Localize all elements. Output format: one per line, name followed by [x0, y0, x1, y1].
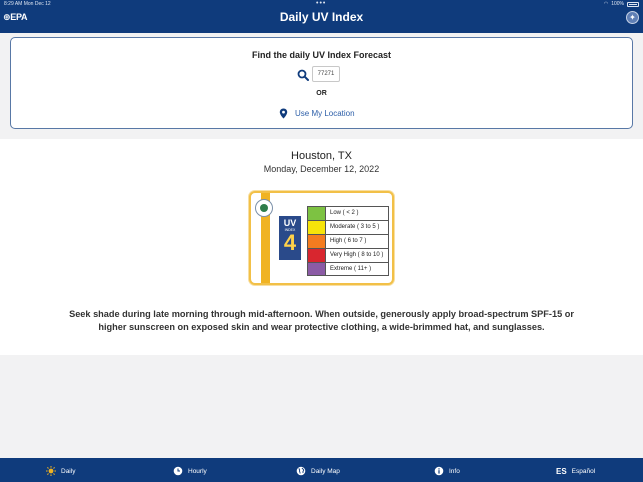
info-icon [434, 466, 444, 476]
bottom-tab-bar: Daily Hourly Daily Map Info ES Español [0, 458, 643, 482]
tab-espanol[interactable]: ES Español [556, 465, 595, 477]
uv-scale-row: Extreme ( 11+ ) [307, 262, 389, 276]
tab-hourly-label: Hourly [188, 467, 207, 475]
uv-scale-label: Moderate ( 3 to 5 ) [330, 224, 380, 230]
city-name: Houston, TX [291, 150, 352, 162]
search-icon[interactable] [297, 69, 309, 81]
battery-percent: 100% [611, 1, 624, 7]
uv-word: UV [283, 218, 297, 228]
uv-scale-label: High ( 6 to 7 ) [330, 238, 367, 244]
status-indicators: ◠ 100% [604, 1, 639, 7]
wifi-icon: ◠ [603, 1, 609, 7]
globe-icon [296, 466, 306, 476]
app-header: 8:29 AM Mon Dec 12 ••• ◠ 100% ⊕EPA Daily… [0, 0, 643, 33]
uv-scale-label: Low ( < 2 ) [330, 210, 359, 216]
page-title: Daily UV Index [279, 10, 364, 24]
tab-espanol-label: Español [571, 467, 596, 475]
zip-code-input[interactable]: 77271 [312, 66, 340, 82]
tab-info-label: Info [449, 467, 460, 475]
tab-daily-label: Daily [61, 467, 76, 475]
uv-scale-row: Low ( < 2 ) [307, 206, 389, 220]
uv-scale-legend: Low ( < 2 ) Moderate ( 3 to 5 ) High ( 6… [307, 206, 389, 276]
search-title: Find the daily UV Index Forecast [251, 50, 392, 60]
tab-daily-map-label: Daily Map [311, 467, 340, 475]
sun-icon [46, 466, 56, 476]
clock-icon [173, 466, 183, 476]
tab-hourly[interactable]: Hourly [173, 465, 207, 477]
uv-scale-swatch [308, 249, 326, 262]
uv-index-badge: UV INDEX 4 [279, 216, 301, 260]
uv-index-card: UV INDEX 4 Low ( < 2 ) Moderate ( 3 to 5… [249, 191, 394, 285]
tab-daily-map[interactable]: Daily Map [296, 465, 340, 477]
uv-scale-label: Extreme ( 11+ ) [330, 266, 372, 272]
uv-scale-row: Moderate ( 3 to 5 ) [307, 220, 389, 234]
or-label: OR [316, 90, 327, 97]
tab-daily[interactable]: Daily [46, 465, 75, 477]
uv-scale-swatch [308, 221, 326, 234]
uv-scale-swatch [308, 207, 326, 220]
battery-icon [627, 1, 639, 7]
uv-scale-swatch [308, 263, 326, 275]
status-time-date: 8:29 AM Mon Dec 12 [4, 1, 51, 7]
tab-info[interactable]: Info [434, 465, 460, 477]
forecast-panel: Houston, TX Monday, December 12, 2022 UV… [0, 139, 643, 355]
uv-scale-label: Very High ( 8 to 10 ) [330, 252, 384, 258]
use-my-location-link[interactable]: Use My Location [295, 109, 355, 118]
search-card: Find the daily UV Index Forecast 77271 O… [10, 37, 633, 129]
sun-protection-advice: Seek shade during late morning through m… [69, 309, 574, 332]
uv-index-value: 4 [283, 230, 297, 255]
multitasking-dots[interactable]: ••• [316, 0, 326, 7]
epa-seal-icon [255, 199, 273, 217]
location-pin-icon[interactable] [279, 108, 288, 119]
uv-scale-row: High ( 6 to 7 ) [307, 234, 389, 248]
uv-scale-swatch [308, 235, 326, 248]
uv-scale-row: Very High ( 8 to 10 ) [307, 248, 389, 262]
forecast-date: Monday, December 12, 2022 [263, 164, 380, 174]
spanish-language-icon: ES [556, 466, 567, 476]
globe-icon[interactable]: ✦ [626, 11, 639, 24]
